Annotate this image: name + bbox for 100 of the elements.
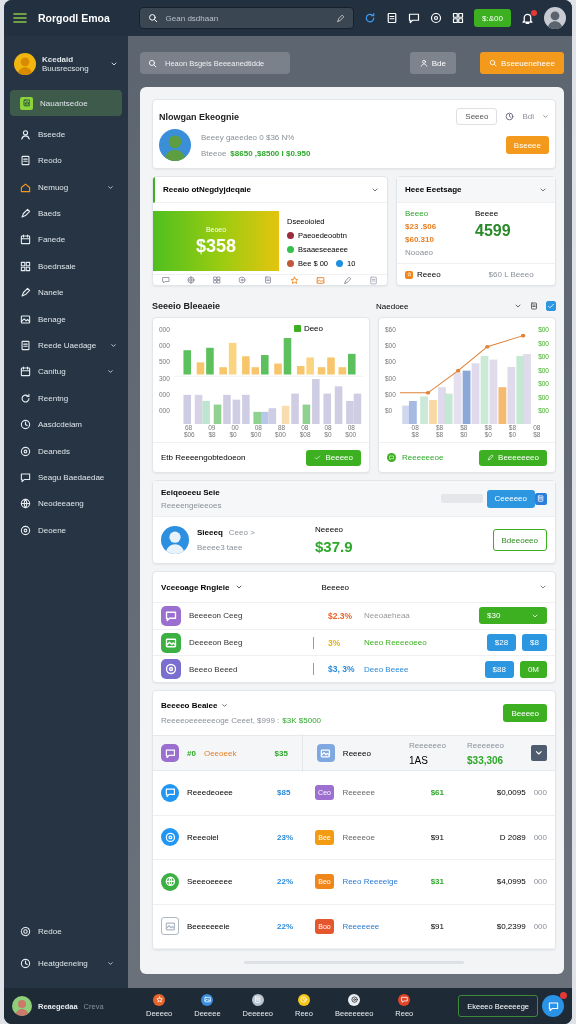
- row-note: Neeo Reeeeoeeo: [364, 638, 427, 647]
- stat-label: Beeee: [475, 209, 500, 218]
- sidebar-item[interactable]: Benage: [10, 307, 122, 332]
- sidebar-item[interactable]: Boednsaie: [10, 254, 122, 279]
- data-point: [484, 344, 490, 349]
- filter-button[interactable]: Seeeo: [456, 108, 498, 125]
- grid-icon: [20, 260, 31, 272]
- sidebar-item[interactable]: Seagu Baedaedae: [10, 465, 122, 490]
- chat-icon: [20, 471, 31, 483]
- sidebar-item[interactable]: Baeds: [10, 201, 122, 226]
- sidebar-item[interactable]: Reentng: [10, 386, 122, 411]
- table-cell-text: $0,0095: [495, 788, 526, 798]
- amount-values: $8650 ,$8500 I $0.950: [230, 148, 311, 158]
- avatar-silhouette: [544, 7, 566, 29]
- table-cell-text: Reeeeoe: [342, 832, 376, 842]
- clock-icon[interactable]: [505, 112, 515, 121]
- table-cell-text: $61: [430, 788, 445, 798]
- sidebar-item[interactable]: Nauantsedoe: [10, 90, 122, 116]
- home-icon: [20, 181, 31, 193]
- product-name: Deeeeon Beeg: [189, 638, 244, 647]
- sidebar-item[interactable]: Deoene: [10, 518, 122, 543]
- globe-icon[interactable]: [187, 276, 196, 284]
- chevron-down-icon[interactable]: [514, 302, 522, 310]
- refresh-icon[interactable]: [364, 12, 377, 24]
- sidebar-item[interactable]: Reodo: [10, 148, 122, 173]
- sidebar-item[interactable]: Canitug: [10, 359, 122, 384]
- link[interactable]: Reeo Reeeeige: [342, 877, 415, 887]
- footer-label: Reeeo: [417, 270, 441, 279]
- menu-label[interactable]: Bdi: [522, 112, 534, 121]
- sidebar-item[interactable]: Fanede: [10, 227, 122, 252]
- percent-value: $3, 3%: [328, 664, 356, 675]
- check-icon: [547, 302, 555, 310]
- profile-name: Kcedaid: [42, 55, 75, 64]
- sidebar-item[interactable]: Redoe: [10, 919, 122, 944]
- chart-bar: [480, 355, 489, 424]
- menu-icon[interactable]: [12, 10, 28, 26]
- table-cell-text: D 2089: [498, 832, 526, 842]
- table-cell-text: Reeeeee: [342, 788, 376, 798]
- table-cell-text: Reeeoiel: [187, 832, 220, 842]
- account-name: Sieeeq: [197, 528, 223, 537]
- target-icon: [20, 524, 31, 536]
- percent-value: 3%: [328, 637, 342, 648]
- bell-icon[interactable]: [521, 11, 534, 25]
- avatar-silhouette: [159, 129, 191, 161]
- card-title: Beeeeo Beaiee: [161, 701, 218, 710]
- section-title: Seeeio Bleeaeie: [152, 301, 221, 311]
- table-cell-text: $0,2399: [495, 921, 526, 931]
- sidebar-item[interactable]: Neodeeaeng: [10, 491, 122, 516]
- image-icon: [316, 744, 335, 762]
- search-field[interactable]: Gean dsdhaan: [163, 12, 331, 24]
- checkbox[interactable]: [546, 301, 556, 311]
- link[interactable]: Reeeeeee: [342, 921, 415, 931]
- stat-value: $60.310: [405, 235, 435, 244]
- chart-icon: [20, 96, 33, 110]
- app-title: Rorgodl Emoa: [38, 12, 111, 24]
- amount-label: Bteeoe: [201, 148, 227, 158]
- chart-bar: [232, 399, 241, 424]
- chart-footer: Reeeeeeoe: [402, 453, 444, 462]
- chat-button[interactable]: [542, 995, 564, 1017]
- star-icon: [405, 270, 413, 279]
- image-icon[interactable]: [316, 275, 326, 285]
- card-title: Eeiqeoeeu Seie: [161, 487, 221, 497]
- stat-label: Beeeo: [405, 209, 430, 218]
- stat-value: 4599: [475, 222, 511, 240]
- calendar-icon: [20, 234, 31, 246]
- search-box[interactable]: Gean dsdhaan: [138, 7, 355, 29]
- profile-info: Beeey gaeedeo 0 $36 N%: [201, 132, 296, 142]
- chevron-down-icon[interactable]: [110, 60, 118, 68]
- account-note: Ceeo >: [228, 528, 255, 537]
- sidebar-item[interactable]: Heatgdeneing: [10, 951, 122, 975]
- grid-icon[interactable]: [452, 12, 465, 24]
- sidebar-item[interactable]: Nemuog: [10, 175, 122, 200]
- notification-dot: [531, 9, 537, 16]
- pencil-icon: [336, 13, 346, 23]
- chevron-down-icon[interactable]: [235, 583, 244, 591]
- user-button[interactable]: Bde: [409, 52, 456, 74]
- chevron-down-icon: [107, 368, 114, 376]
- pencil-icon[interactable]: [342, 275, 352, 285]
- pencil-icon: [20, 287, 31, 299]
- sidebar-item[interactable]: Reede Uaedage: [10, 333, 122, 358]
- chart-bar: [183, 350, 191, 375]
- notification-dot: [560, 992, 567, 999]
- sidebar-item[interactable]: Deaneds: [10, 439, 122, 464]
- sidebar-item[interactable]: Aasdcdeiam: [10, 412, 122, 437]
- document-icon[interactable]: [386, 12, 399, 24]
- chart-bar: [408, 401, 417, 424]
- table-cell: $35: [274, 748, 288, 758]
- chart-bar: [194, 394, 203, 424]
- sidebar-item[interactable]: Nanele: [10, 280, 122, 305]
- sidebar-item[interactable]: Bseede: [10, 122, 122, 147]
- chevron-down-icon: [531, 745, 547, 761]
- star-icon[interactable]: [289, 275, 299, 285]
- column-header: Beeeeo: [321, 582, 350, 592]
- outline-button[interactable]: Bdeeoeeo: [492, 529, 547, 551]
- table-cell-text: $91: [430, 832, 445, 842]
- column-header: Reeeeeeo: [409, 740, 447, 750]
- table-cell-text: $4,0995: [495, 877, 526, 887]
- table-cell-text: Reeedeoeee: [187, 788, 234, 798]
- legend-label: Deeo: [303, 323, 323, 333]
- table-cell: 000: [533, 788, 547, 798]
